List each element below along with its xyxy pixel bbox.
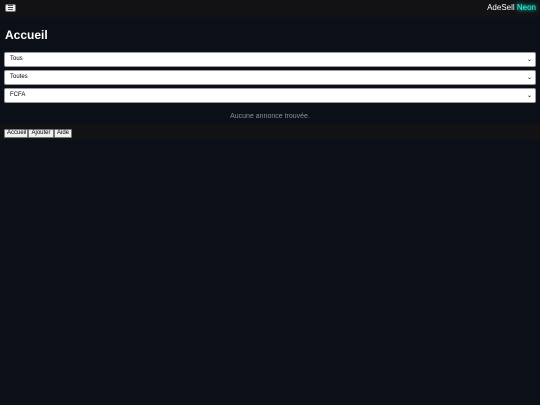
top-bar: ☰ AdeSell Neon	[0, 0, 540, 17]
menu-icon[interactable]: ☰	[5, 4, 16, 12]
chevron-down-icon: ⌄	[526, 56, 532, 63]
chevron-down-icon: ⌄	[526, 92, 532, 99]
currency-select[interactable]: FCFA ⌄	[4, 88, 536, 103]
empty-state-message: Aucune annonce trouvée.	[230, 113, 310, 120]
region-select-value: Toutes	[10, 74, 28, 80]
category-select[interactable]: Tous ⌄	[4, 52, 536, 67]
nav-home-button[interactable]: Accueil	[4, 129, 28, 138]
bottom-nav	[0, 124, 540, 140]
page-title: Accueil	[5, 28, 48, 42]
brand-logo: AdeSell Neon	[487, 3, 536, 13]
region-select[interactable]: Toutes ⌄	[4, 70, 536, 85]
brand-accent: Neon	[516, 3, 536, 12]
brand-name: AdeSell	[487, 3, 517, 12]
chevron-down-icon: ⌄	[526, 74, 532, 81]
currency-select-value: FCFA	[10, 92, 26, 98]
nav-help-button[interactable]: Aide	[54, 129, 72, 138]
nav-add-button[interactable]: Ajouter	[28, 129, 54, 138]
category-select-value: Tous	[10, 56, 23, 62]
